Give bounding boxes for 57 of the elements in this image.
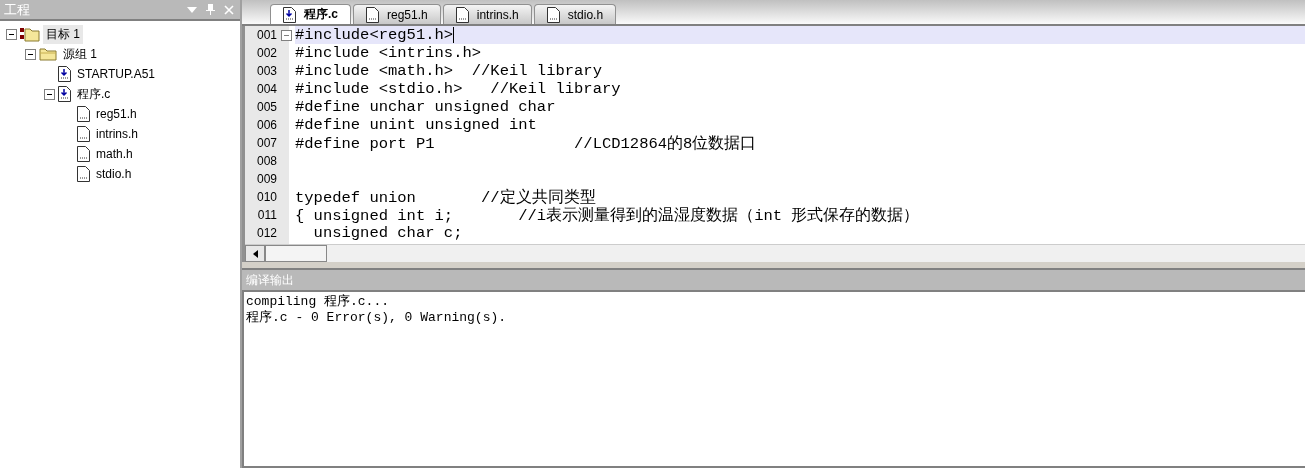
file-tab[interactable]: 程序.c	[270, 4, 351, 24]
line-number: 003	[255, 64, 277, 78]
output-line: compiling 程序.c...	[246, 294, 391, 310]
scroll-left-button[interactable]	[245, 245, 265, 262]
tree-item[interactable]: STARTUP.A51	[74, 66, 159, 82]
file-icon	[77, 106, 90, 122]
code-line: unsigned char c;	[312, 224, 463, 242]
line-number: 002	[255, 46, 277, 60]
code-line: #include <stdio.h> //Keil library	[295, 80, 621, 98]
panel-title: 编译输出	[246, 271, 294, 289]
source-file-icon	[58, 86, 71, 102]
panel-title: 工程	[4, 0, 30, 19]
code-line: #include <intrins.h>	[295, 44, 482, 62]
line-number: 005	[255, 100, 277, 114]
collapse-icon[interactable]	[6, 28, 17, 40]
left-arrow-icon	[252, 249, 258, 258]
target-folder-icon	[20, 26, 40, 42]
line-number: 008	[255, 154, 277, 168]
code-line: #include<reg51.h>	[295, 26, 455, 44]
file-icon	[366, 6, 379, 23]
output-line: 程序.c - 0 Error(s), 0 Warning(s).	[246, 310, 508, 326]
line-number: 001	[255, 28, 277, 42]
file-icon	[455, 6, 469, 23]
line-number: 007	[255, 136, 277, 150]
tree-item[interactable]: reg51.h	[93, 106, 140, 122]
tree-item[interactable]: 目标 1	[43, 24, 83, 44]
file-tab[interactable]: reg51.h	[353, 4, 441, 24]
collapse-icon[interactable]	[25, 48, 36, 60]
source-file-icon	[283, 6, 296, 23]
scroll-thumb[interactable]	[265, 245, 327, 262]
fold-icon[interactable]	[280, 29, 292, 41]
tree-item[interactable]: math.h	[93, 146, 136, 162]
file-tab[interactable]: stdio.h	[533, 4, 617, 24]
folder-icon	[39, 47, 57, 61]
line-number: 009	[255, 172, 277, 186]
line-number: 012	[255, 226, 277, 240]
tree-item[interactable]: stdio.h	[93, 166, 135, 182]
code-line: { unsigned int i; //i表示测量得到的温湿度数据（int 形式保存的数据）	[295, 205, 920, 226]
tree-item[interactable]: intrins.h	[93, 126, 142, 142]
code-line: #define unchar unsigned char	[295, 98, 556, 116]
line-number: 010	[255, 190, 277, 204]
file-icon	[77, 166, 90, 182]
tree-item[interactable]: 源组 1	[60, 44, 100, 64]
file-icon	[77, 146, 90, 162]
code-line: #define unint unsigned int	[295, 116, 537, 134]
code-line: #include <math.h> //Keil library	[295, 62, 602, 80]
line-number: 004	[255, 82, 277, 96]
tree-item[interactable]: 程序.c	[74, 84, 114, 104]
file-icon	[77, 126, 90, 142]
file-tab[interactable]: intrins.h	[442, 4, 532, 24]
code-line: #define port P1 //LCD12864的8位数据口	[295, 133, 757, 154]
line-number: 006	[255, 118, 277, 132]
code-line: typedef union //定义共同类型	[295, 187, 596, 207]
source-file-icon	[58, 66, 71, 82]
file-icon	[546, 6, 560, 23]
collapse-icon[interactable]	[44, 88, 55, 100]
line-number: 011	[256, 208, 277, 222]
